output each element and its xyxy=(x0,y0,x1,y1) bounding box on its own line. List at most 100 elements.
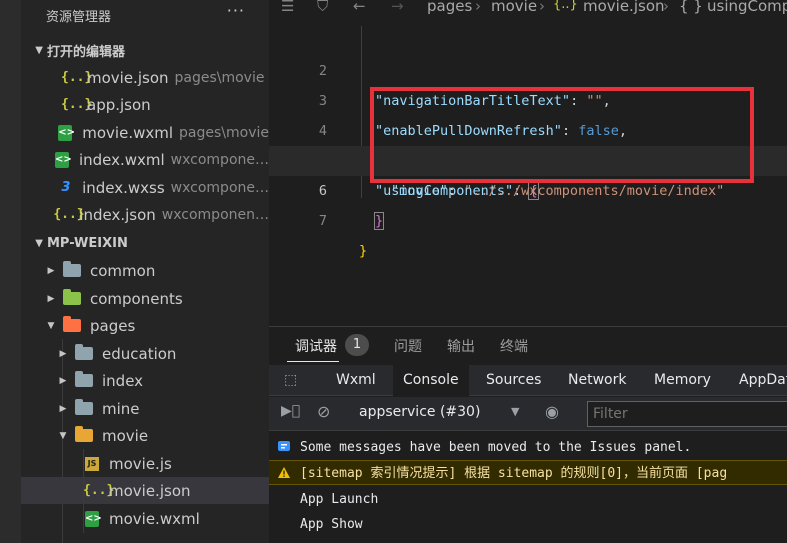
eye-icon[interactable]: ◉ xyxy=(545,402,559,421)
json-icon: {..} xyxy=(53,207,85,222)
folder-icon xyxy=(75,371,93,387)
breadcrumb-item[interactable]: movie xyxy=(491,0,537,15)
tree-label: movie.wxml xyxy=(109,509,200,528)
chevron-down-icon: ▼ xyxy=(59,430,67,441)
tree-folder-education[interactable]: ▶ education xyxy=(21,340,269,367)
explorer-title: 资源管理器 xyxy=(46,10,112,25)
devtools-tabs: ⬚ Wxml Console Sources Network Memory Ap… xyxy=(269,365,787,396)
tab-terminal[interactable]: 终端 xyxy=(500,336,528,356)
chevron-down-icon: ▼ xyxy=(35,44,43,56)
tree-folder-index[interactable]: ▶ index xyxy=(21,367,269,394)
tree-file-movie-js[interactable]: JS movie.js xyxy=(21,450,269,477)
tab-wxml[interactable]: Wxml xyxy=(326,365,386,396)
tree-file-movie-wxml[interactable]: <> movie.wxml xyxy=(21,505,269,532)
tree-label: mine xyxy=(102,399,140,418)
open-editor-item[interactable]: {..} movie.json pages\movie xyxy=(21,64,269,91)
message-text: App Show xyxy=(300,517,363,532)
tab-debugger[interactable]: 调试器 xyxy=(295,336,337,356)
chevron-right-icon: ▶ xyxy=(59,375,67,386)
wxml-icon: <> xyxy=(58,124,75,141)
back-arrow-icon[interactable]: ← xyxy=(353,0,366,15)
tree-folder-movie[interactable]: ▼ movie xyxy=(21,422,269,449)
tree-label: pages xyxy=(90,316,136,335)
file-name: index.wxss xyxy=(82,178,165,197)
tab-network[interactable]: Network xyxy=(558,365,636,396)
object-icon: { } xyxy=(679,0,703,15)
tree-label: movie.json xyxy=(109,481,191,500)
tab-output[interactable]: 输出 xyxy=(447,336,475,356)
chevron-right-icon: › xyxy=(475,0,481,15)
code-line: 3 "enablePullDownRefresh": false, xyxy=(269,56,787,139)
bottom-panel: 调试器 1 问题 输出 终端 ⬚ Wxml Console Sources Ne… xyxy=(269,326,787,543)
folder-icon xyxy=(75,399,93,415)
breadcrumb-item[interactable]: movie.json xyxy=(583,0,665,15)
tree-label: components xyxy=(90,289,183,308)
console-warning: [sitemap 索引情况提示] 根据 sitemap 的规则[0]，当前页面 … xyxy=(269,460,787,485)
folder-icon xyxy=(75,344,93,360)
open-editor-item[interactable]: {..} app.json xyxy=(21,91,269,118)
tree-folder-pages[interactable]: ▼ pages xyxy=(21,312,269,339)
tree-folder-mine[interactable]: ▶ mine xyxy=(21,395,269,422)
tree-folder-common[interactable]: ▶ common xyxy=(21,257,269,284)
breadcrumb-item[interactable]: pages xyxy=(427,0,472,15)
open-editor-item[interactable]: <> index.wxml wxcompone… xyxy=(21,146,269,173)
open-editor-item[interactable]: 3 index.wxss wxcompone… xyxy=(21,174,269,201)
tab-memory[interactable]: Memory xyxy=(644,365,721,396)
json-icon: {..} xyxy=(553,0,578,12)
file-path: wxcompone… xyxy=(170,179,269,196)
chevron-right-icon: › xyxy=(539,0,545,15)
tab-appdata[interactable]: AppDat xyxy=(729,365,787,396)
list-icon[interactable]: ☰ xyxy=(281,0,294,15)
console-toolbar: ▶⃞ ⊘ appservice (#30) ▼ ◉ xyxy=(269,397,787,431)
breadcrumb-item[interactable]: usingComp xyxy=(707,0,787,15)
tab-console[interactable]: Console xyxy=(393,365,469,396)
chevron-right-icon: ▶ xyxy=(47,265,55,276)
file-path: wxcomponen… xyxy=(161,206,269,223)
dropdown-arrow-icon[interactable]: ▼ xyxy=(511,405,519,418)
open-editor-item[interactable]: {..} index.json wxcomponen… xyxy=(21,201,269,228)
explorer-sidebar: 资源管理器 ··· ▼ 打开的编辑器 {..} movie.json pages… xyxy=(21,0,269,543)
tree-folder-components[interactable]: ▶ components xyxy=(21,285,269,312)
chevron-right-icon: ▶ xyxy=(59,403,67,414)
context-select[interactable]: appservice (#30) xyxy=(359,404,480,420)
open-editor-item[interactable]: <> movie.wxml pages\movie xyxy=(21,119,269,146)
code-editor[interactable]: ☰ ⛉ ← → pages › movie › {..} movie.json … xyxy=(269,0,787,326)
chevron-down-icon: ▼ xyxy=(47,320,55,331)
pages-folder-open-icon xyxy=(63,316,81,332)
file-name: index.wxml xyxy=(78,150,165,169)
components-folder-icon xyxy=(63,289,81,305)
clear-console-icon[interactable]: ⊘ xyxy=(317,402,330,421)
more-actions-icon[interactable]: ··· xyxy=(227,1,245,20)
console-log: App Show xyxy=(269,512,787,537)
console-message: Some messages have been moved to the Iss… xyxy=(269,435,787,460)
sidebar-toggle-icon[interactable]: ▶⃞ xyxy=(281,403,300,419)
folder-open-icon xyxy=(75,426,93,442)
message-info-icon xyxy=(278,441,290,451)
chevron-right-icon: ▶ xyxy=(47,293,55,304)
breadcrumb: ☰ ⛉ ← → pages › movie › {..} movie.json … xyxy=(269,0,787,16)
wxml-icon: <> xyxy=(54,151,72,168)
tree-label: index xyxy=(102,371,144,390)
line-number: 7 xyxy=(318,213,327,229)
inspect-element-icon[interactable]: ⬚ xyxy=(274,365,307,396)
tree-label: education xyxy=(102,344,177,363)
forward-arrow-icon[interactable]: → xyxy=(391,0,404,15)
tab-sources[interactable]: Sources xyxy=(476,365,551,396)
tree-file-movie-json[interactable]: {..} movie.json xyxy=(21,477,269,504)
tab-problems[interactable]: 问题 xyxy=(394,336,422,356)
tree-label: movie.js xyxy=(109,454,172,473)
chevron-right-icon: › xyxy=(663,0,669,15)
open-editors-header[interactable]: ▼ 打开的编辑器 xyxy=(21,37,269,63)
json-brace: } xyxy=(373,212,385,230)
wxml-icon: <> xyxy=(85,510,102,527)
file-path: wxcompone… xyxy=(170,151,269,168)
filter-input[interactable] xyxy=(587,401,787,427)
wxss-icon: 3 xyxy=(61,180,71,195)
tree-label: common xyxy=(90,261,156,280)
file-name: index.json xyxy=(79,205,156,224)
warning-icon xyxy=(278,467,290,478)
tree-label: movie xyxy=(102,426,149,445)
project-header[interactable]: ▼ MP-WEIXIN xyxy=(21,230,269,256)
file-path: pages\movie xyxy=(179,124,269,141)
bookmark-icon[interactable]: ⛉ xyxy=(317,0,328,15)
